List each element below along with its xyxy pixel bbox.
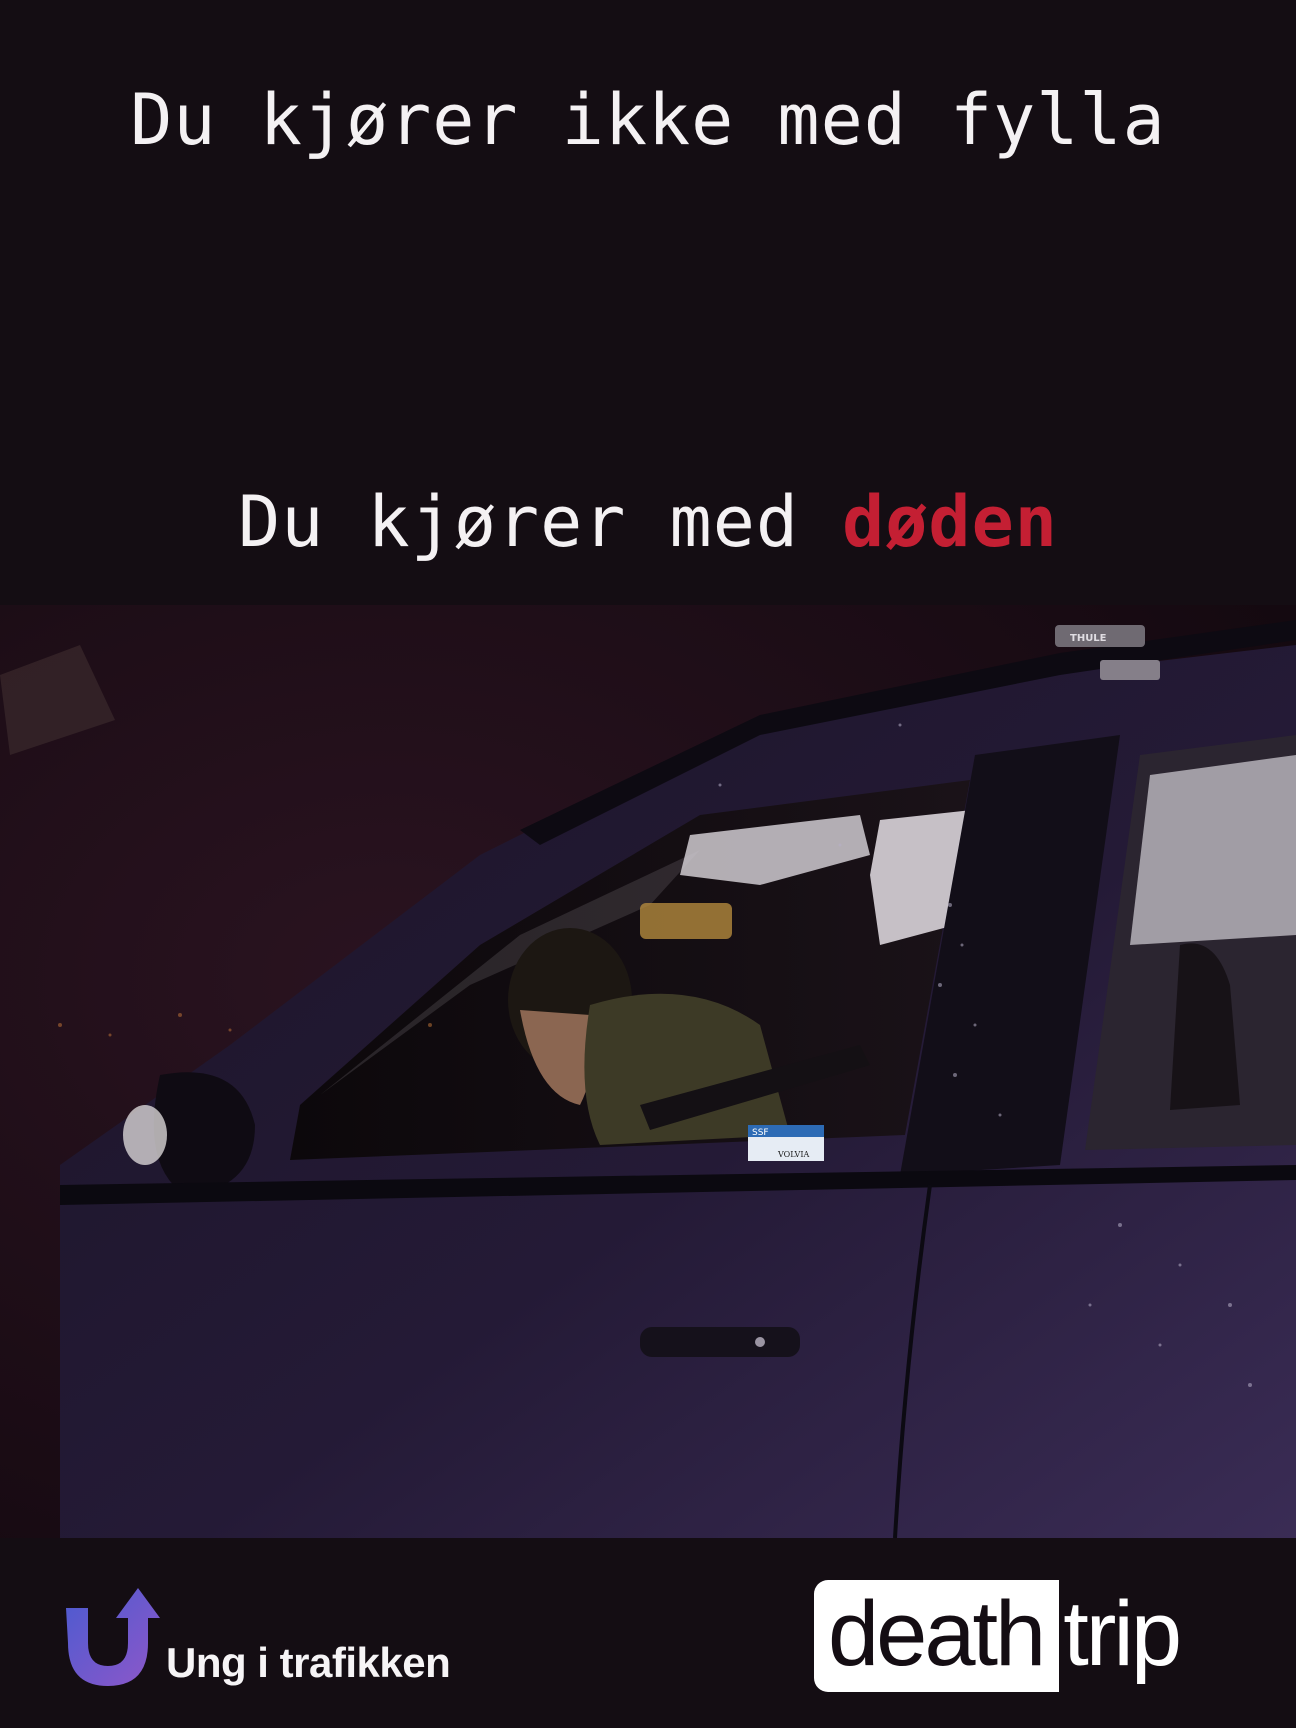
windshield-sticker: SSF VOLVIA — [748, 1125, 824, 1161]
dashboard-object — [640, 903, 732, 939]
deathtrip-logo-trip: trip — [1063, 1583, 1182, 1685]
ung-i-trafikken-brand: Ung i trafikken — [166, 1639, 451, 1686]
sticker-bottom-text: VOLVIA — [777, 1150, 809, 1159]
mirror-indicator-light — [123, 1105, 167, 1165]
rear-airbag — [1130, 755, 1296, 945]
door-handle — [640, 1327, 800, 1357]
sticker-top-text: SSF — [752, 1128, 769, 1138]
headline-secondary-prefix: Du kjører med — [238, 481, 843, 563]
poster: Du kjører ikke med fylla Du kjører med d… — [0, 0, 1296, 1728]
deathtrip-logo-death: death — [814, 1580, 1060, 1692]
door-lock — [755, 1337, 765, 1347]
ung-i-trafikken-logo-icon — [66, 1588, 160, 1686]
roof-rack-brand: THULE — [1070, 633, 1107, 644]
headline-accent-word: døden — [842, 481, 1058, 563]
headline-primary: Du kjører ikke med fylla — [130, 79, 1166, 161]
roof-rack-clamp — [1100, 660, 1160, 680]
car-photo: SSF VOLVIA THULE — [0, 605, 1296, 1538]
footer: Ung i trafikken death trip — [0, 1538, 1296, 1728]
car-photo-illustration: SSF VOLVIA THULE — [0, 605, 1296, 1538]
headline-secondary: Du kjører med døden — [0, 480, 1296, 564]
deathtrip-logo: death trip — [814, 1580, 1182, 1692]
